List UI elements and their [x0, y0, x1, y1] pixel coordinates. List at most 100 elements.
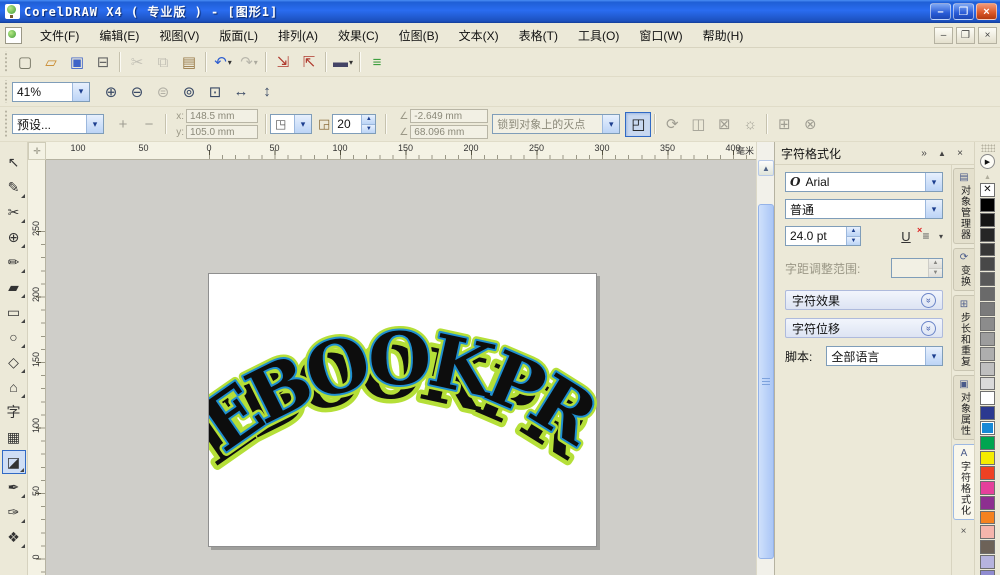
- doc-restore-button[interactable]: ❐: [956, 26, 975, 44]
- chevron-down-icon[interactable]: ▾: [925, 347, 942, 365]
- docker-tab[interactable]: ⟳ 变换: [953, 248, 974, 291]
- color-swatch[interactable]: [980, 495, 995, 510]
- alignment-guides-icon[interactable]: ≡: [364, 50, 390, 75]
- menu-item[interactable]: 位图(B): [389, 23, 449, 48]
- alignment-dropdown-icon[interactable]: ▾: [939, 232, 943, 241]
- script-value[interactable]: 全部语言: [827, 348, 925, 365]
- vertical-ruler[interactable]: 250 200 150 100 50 0: [28, 160, 46, 575]
- chevron-down-icon[interactable]: ▾: [294, 115, 311, 133]
- toolbar-grip[interactable]: [3, 110, 9, 138]
- ruler-origin-button[interactable]: ✛: [28, 142, 46, 160]
- color-swatch[interactable]: [980, 361, 995, 376]
- docker-tab[interactable]: ⊞ 步长和重复: [953, 295, 974, 371]
- menu-item[interactable]: 窗口(W): [629, 23, 692, 48]
- font-family-combo[interactable]: O Arial ▾: [785, 172, 943, 192]
- copy-icon[interactable]: ⧉: [150, 50, 176, 75]
- menu-item[interactable]: 视图(V): [149, 23, 209, 48]
- color-swatch[interactable]: [980, 540, 995, 555]
- color-swatch[interactable]: [980, 406, 995, 421]
- extrusion-depth-spinner[interactable]: 20 ▲ ▼: [332, 114, 377, 134]
- color-swatch[interactable]: [980, 555, 995, 570]
- no-color-swatch[interactable]: ✕: [980, 183, 995, 197]
- color-swatch[interactable]: [980, 510, 995, 525]
- import-icon[interactable]: ⇲: [270, 50, 296, 75]
- extrusion-depth-value[interactable]: 20: [333, 115, 361, 133]
- menu-item[interactable]: 排列(A): [268, 23, 328, 48]
- font-family-value[interactable]: Arial: [805, 175, 829, 189]
- color-swatch[interactable]: [980, 257, 995, 272]
- spinner-up-icon[interactable]: ▲: [847, 227, 860, 236]
- vertical-scrollbar[interactable]: ▲: [756, 142, 774, 575]
- paste-icon[interactable]: ▤: [176, 50, 202, 75]
- convert-extrude-icon[interactable]: ⊗: [797, 112, 823, 137]
- copy-vanishing-point-button[interactable]: ◰: [625, 111, 652, 137]
- color-swatch[interactable]: [980, 436, 995, 451]
- color-swatch[interactable]: [980, 317, 995, 331]
- color-swatch[interactable]: [980, 346, 995, 361]
- color-swatch[interactable]: [980, 465, 995, 480]
- zoom-page-width-icon[interactable]: ↔: [228, 79, 254, 104]
- expand-chevron-icon[interactable]: »: [921, 320, 936, 336]
- menu-item[interactable]: 表格(T): [509, 23, 568, 48]
- add-preset-button[interactable]: +: [110, 112, 136, 137]
- chevron-down-icon[interactable]: ▾: [925, 173, 942, 191]
- interactive-extrude-tool[interactable]: ◪: [1, 450, 26, 474]
- extrude-rotation-icon[interactable]: ⟳: [659, 112, 685, 137]
- toolbar-grip[interactable]: [3, 50, 9, 74]
- extrude-bevel-icon[interactable]: ⊠: [711, 112, 737, 137]
- open-folder-icon[interactable]: ▱: [38, 50, 64, 75]
- shape-tool[interactable]: ✎: [2, 175, 26, 199]
- zoom-page-height-icon[interactable]: ↕: [254, 79, 280, 104]
- vanishing-point-lock-combo[interactable]: 锁到对象上的灭点 ▾: [492, 114, 621, 134]
- chevron-down-icon[interactable]: ▾: [72, 82, 89, 101]
- docker-tab[interactable]: ▤ 对象管理器: [953, 168, 974, 244]
- alignment-button[interactable]: ≡ ×: [916, 225, 936, 243]
- zoom-level-combo[interactable]: 41% ▾: [12, 81, 90, 102]
- cut-icon[interactable]: ✂: [124, 50, 150, 75]
- zoom-selected-icon[interactable]: ⊜: [150, 79, 176, 104]
- table-tool[interactable]: ▦: [2, 425, 26, 449]
- color-swatch[interactable]: [980, 451, 995, 465]
- palette-flyout-icon[interactable]: ▶: [980, 154, 995, 169]
- palette-grip[interactable]: [980, 144, 995, 152]
- extrusion-type-combo[interactable]: ◳ ▾: [270, 114, 312, 134]
- extrusion-type-icon[interactable]: ◳: [271, 117, 294, 131]
- redo-icon[interactable]: ↷ ▾: [236, 50, 262, 75]
- color-swatch[interactable]: [980, 242, 995, 257]
- zoom-level-value[interactable]: 41%: [13, 85, 72, 99]
- menu-item[interactable]: 文件(F): [30, 23, 89, 48]
- basic-shapes-tool[interactable]: ⌂: [2, 375, 26, 399]
- color-swatch[interactable]: [980, 570, 995, 575]
- smart-fill-tool[interactable]: ▰: [2, 275, 26, 299]
- font-size-spinner[interactable]: 24.0 pt ▲ ▼: [785, 226, 861, 246]
- color-swatch[interactable]: [980, 391, 995, 406]
- menu-item[interactable]: 编辑(E): [89, 23, 149, 48]
- tab-group-close-icon[interactable]: ×: [956, 524, 972, 538]
- menu-item[interactable]: 工具(O): [568, 23, 629, 48]
- polygon-tool[interactable]: ◇: [2, 350, 26, 374]
- character-shift-section[interactable]: 字符位移 »: [785, 318, 943, 338]
- spinner-up-icon[interactable]: ▲: [362, 115, 376, 124]
- vanishing-point-y-field[interactable]: 68.096 mm: [410, 125, 489, 139]
- object-y-field[interactable]: 105.0 mm: [186, 125, 258, 139]
- character-effects-section[interactable]: 字符效果 »: [785, 290, 943, 310]
- spinner-down-icon[interactable]: ▼: [847, 235, 860, 245]
- script-combo[interactable]: 全部语言 ▾: [826, 346, 943, 366]
- preset-value[interactable]: 预设...: [13, 116, 86, 133]
- chevron-down-icon[interactable]: ▾: [925, 200, 942, 218]
- palette-scroll-up-icon[interactable]: ▲: [980, 171, 996, 183]
- toolbar-grip[interactable]: [3, 79, 9, 104]
- underline-button[interactable]: U: [896, 229, 916, 244]
- font-size-value[interactable]: 24.0 pt: [786, 227, 846, 245]
- fill-tool[interactable]: ❖: [2, 525, 26, 549]
- vanishing-point-x-field[interactable]: -2.649 mm: [410, 109, 489, 123]
- pick-tool[interactable]: ↖: [2, 150, 26, 174]
- color-swatch[interactable]: [980, 331, 995, 346]
- undo-icon[interactable]: ↶ ▾: [210, 50, 236, 75]
- scrollbar-thumb[interactable]: [758, 204, 774, 559]
- color-swatch[interactable]: [980, 376, 995, 391]
- text-tool[interactable]: 字: [2, 400, 26, 424]
- rectangle-tool[interactable]: ▭: [2, 300, 26, 324]
- menu-item[interactable]: 版面(L): [209, 23, 268, 48]
- doc-minimize-button[interactable]: –: [934, 26, 953, 44]
